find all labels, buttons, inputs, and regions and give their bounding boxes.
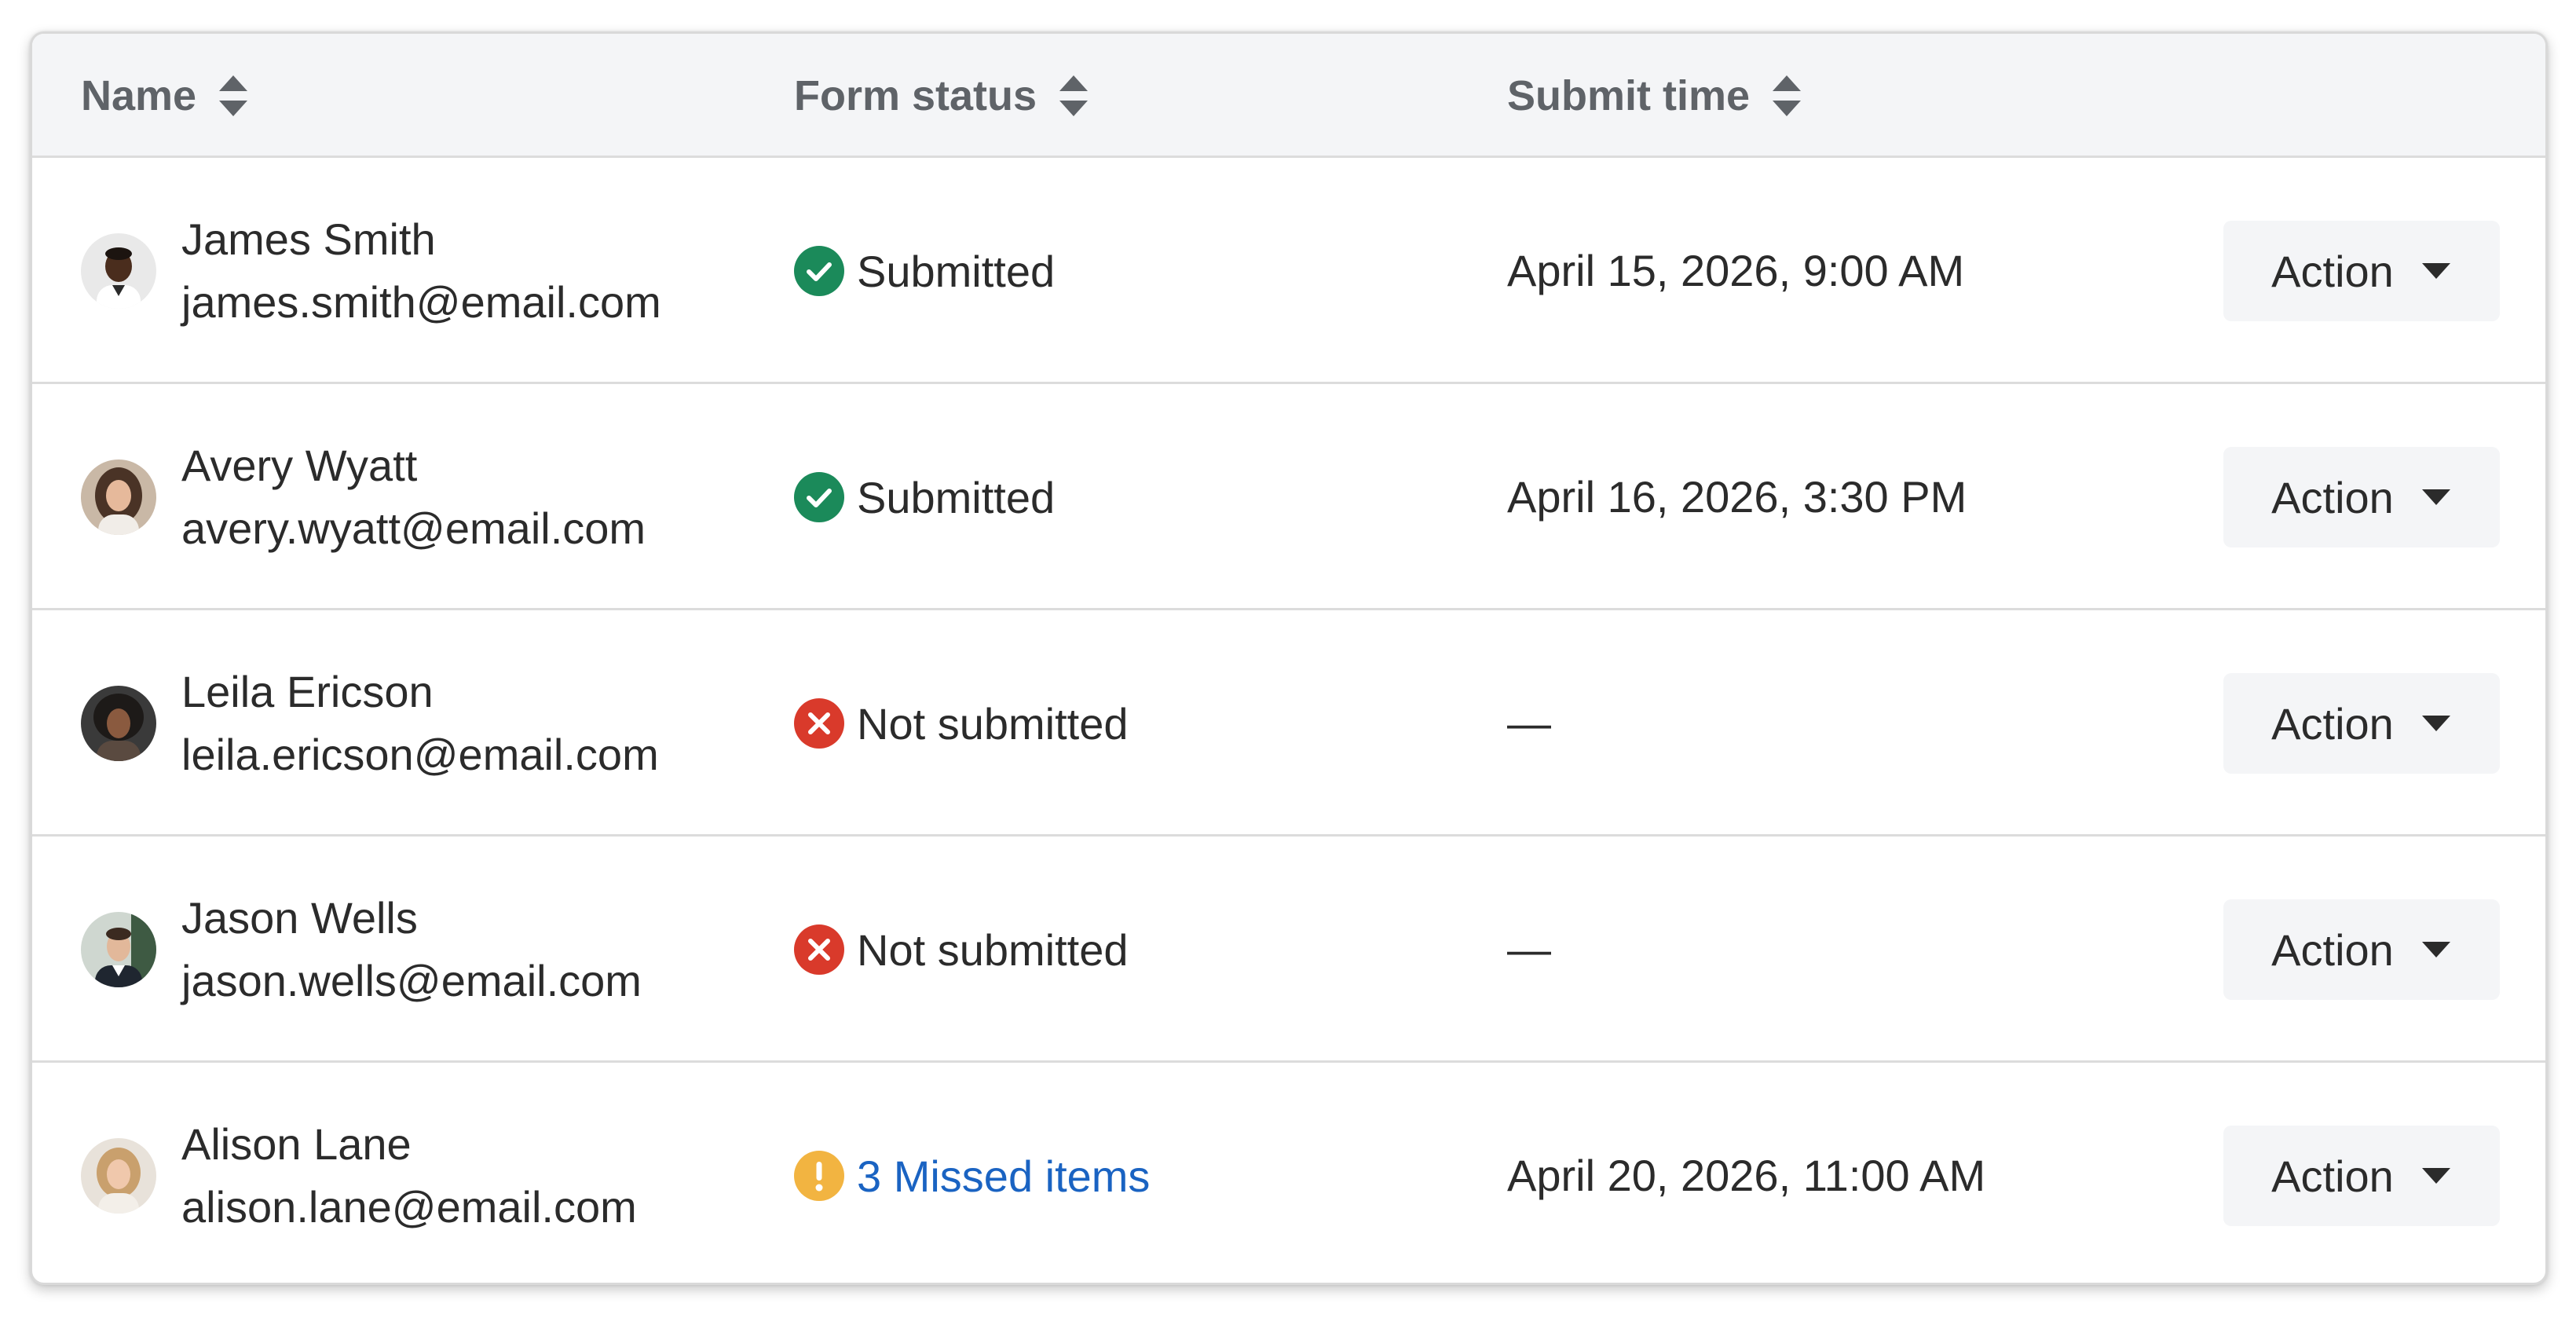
column-header-submit-time[interactable]: Submit time <box>1507 34 1803 158</box>
person-email: alison.lane@email.com <box>181 1182 637 1232</box>
person-email: avery.wyatt@email.com <box>181 503 646 553</box>
action-dropdown-button[interactable]: Action <box>2223 1126 2500 1226</box>
submit-time: — <box>1507 924 1551 974</box>
caret-down-icon <box>2420 713 2452 734</box>
x-circle-icon <box>794 698 844 749</box>
avatar <box>81 1138 156 1214</box>
action-label: Action <box>2271 924 2394 975</box>
submit-time: April 15, 2026, 9:00 AM <box>1507 246 1965 295</box>
submit-time: — <box>1507 698 1551 748</box>
form-status-label: Submitted <box>857 246 1056 296</box>
caret-down-icon <box>2420 487 2452 507</box>
action-dropdown-button[interactable]: Action <box>2223 447 2500 547</box>
submissions-table: Name Form status Submit time James Smith… <box>30 31 2548 1285</box>
caret-down-icon <box>2420 939 2452 960</box>
submit-time: April 16, 2026, 3:30 PM <box>1507 472 1967 522</box>
person-name: Leila Ericson <box>181 667 434 716</box>
action-label: Action <box>2271 1151 2394 1201</box>
person-name: Avery Wyatt <box>181 441 418 490</box>
form-status: Not submitted <box>794 698 1129 749</box>
action-dropdown-button[interactable]: Action <box>2223 899 2500 1000</box>
form-status: Submitted <box>794 246 1055 296</box>
form-status-label: Not submitted <box>857 698 1129 749</box>
action-label: Action <box>2271 698 2394 749</box>
avatar <box>81 686 156 761</box>
person-name: Jason Wells <box>181 893 418 943</box>
submit-time: April 20, 2026, 11:00 AM <box>1507 1151 1986 1200</box>
table-row: James Smith james.smith@email.com Submit… <box>32 158 2545 384</box>
person-email: james.smith@email.com <box>181 277 661 327</box>
warning-circle-icon <box>794 1151 844 1201</box>
action-label: Action <box>2271 246 2394 296</box>
caret-down-icon <box>2420 1166 2452 1186</box>
table-row: Avery Wyatt avery.wyatt@email.com Submit… <box>32 384 2545 610</box>
sort-icon[interactable] <box>217 72 250 119</box>
caret-down-icon <box>2420 261 2452 281</box>
missed-items-link[interactable]: 3 Missed items <box>857 1151 1150 1202</box>
check-circle-icon <box>794 246 844 296</box>
form-status-label: Not submitted <box>857 924 1129 975</box>
table-row: Jason Wells jason.wells@email.com Not su… <box>32 837 2545 1063</box>
table-row: Alison Lane alison.lane@email.com 3 Miss… <box>32 1063 2545 1283</box>
column-header-name[interactable]: Name <box>81 34 250 158</box>
form-status[interactable]: 3 Missed items <box>794 1151 1150 1201</box>
x-circle-icon <box>794 924 844 975</box>
table-header: Name Form status Submit time <box>32 34 2545 158</box>
form-status: Submitted <box>794 472 1055 522</box>
table-row: Leila Ericson leila.ericson@email.com No… <box>32 610 2545 837</box>
action-label: Action <box>2271 472 2394 522</box>
column-header-label: Submit time <box>1507 72 1751 119</box>
action-dropdown-button[interactable]: Action <box>2223 673 2500 774</box>
check-circle-icon <box>794 472 844 522</box>
avatar <box>81 459 156 535</box>
action-dropdown-button[interactable]: Action <box>2223 221 2500 321</box>
sort-icon[interactable] <box>1057 72 1090 119</box>
form-status-label: Submitted <box>857 472 1056 522</box>
person-email: jason.wells@email.com <box>181 956 642 1005</box>
avatar <box>81 912 156 987</box>
person-name: Alison Lane <box>181 1119 412 1169</box>
sort-icon[interactable] <box>1770 72 1803 119</box>
column-header-label: Name <box>81 72 197 119</box>
column-header-label: Form status <box>794 72 1037 119</box>
column-header-form-status[interactable]: Form status <box>794 34 1090 158</box>
avatar <box>81 233 156 309</box>
person-email: leila.ericson@email.com <box>181 730 659 779</box>
form-status: Not submitted <box>794 924 1129 975</box>
person-name: James Smith <box>181 214 436 264</box>
